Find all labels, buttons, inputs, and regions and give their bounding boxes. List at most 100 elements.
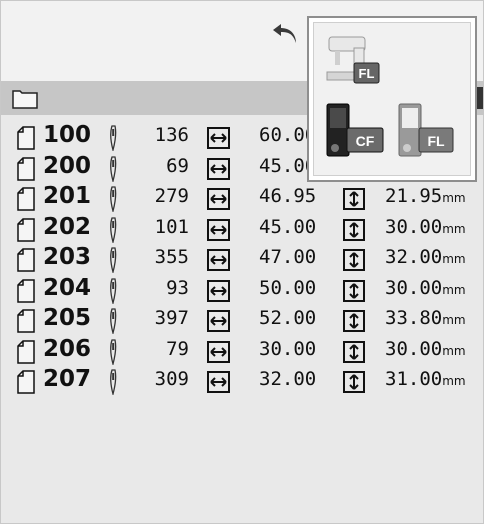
- design-number: 204: [43, 274, 92, 301]
- width-icon: [207, 218, 230, 241]
- design-number: 201: [43, 183, 92, 209]
- stitch-count: 309: [154, 368, 189, 390]
- memory-source-popup: FL CF FL: [307, 16, 477, 182]
- height-icon: [343, 310, 365, 332]
- design-height: 32.00mm: [385, 246, 466, 268]
- stitch-count: 101: [154, 215, 189, 238]
- design-row-207[interactable]: 207 309 32.00 31.00mm: [1, 366, 484, 397]
- width-icon: [207, 340, 230, 363]
- stitch-count: 355: [154, 246, 189, 268]
- design-row-205[interactable]: 205 397 52.00 33.80mm: [1, 305, 484, 336]
- design-number: 203: [43, 244, 92, 270]
- design-width: 45.00: [259, 215, 317, 238]
- stitch-count: 69: [166, 154, 189, 177]
- needle-icon: [110, 155, 117, 182]
- document-icon: [17, 339, 35, 364]
- document-icon: [17, 156, 35, 181]
- compactflash-button[interactable]: CF: [323, 102, 385, 162]
- needle-icon: [110, 186, 117, 212]
- height-icon: [343, 371, 365, 393]
- document-icon: [17, 126, 35, 150]
- height-value: 31.00: [385, 368, 443, 390]
- height-unit: mm: [442, 313, 466, 327]
- height-value: 21.95: [385, 185, 443, 207]
- needle-icon: [110, 338, 117, 365]
- document-icon: [17, 187, 35, 211]
- design-height: 33.80mm: [385, 307, 466, 329]
- height-unit: mm: [442, 221, 466, 236]
- design-width: 32.00: [259, 368, 317, 390]
- document-icon: [17, 370, 35, 394]
- flash-card-icon: FL: [398, 103, 454, 157]
- height-icon: [343, 188, 365, 210]
- height-value: 30.00: [385, 337, 443, 360]
- design-number: 100: [43, 122, 92, 148]
- design-width: 30.00: [259, 337, 317, 360]
- stitch-count: 93: [166, 276, 189, 299]
- height-unit: mm: [442, 343, 466, 358]
- needle-icon: [110, 216, 117, 243]
- machine-fl-icon: FL: [326, 36, 380, 84]
- design-height: 30.00mm: [385, 276, 466, 299]
- design-row-206[interactable]: 206 79 30.00 30.00mm: [1, 336, 484, 367]
- design-width: 46.95: [259, 185, 317, 207]
- width-icon: [207, 188, 230, 210]
- height-value: 32.00: [385, 246, 443, 268]
- design-number: 200: [43, 152, 92, 179]
- height-icon: [343, 249, 365, 271]
- flash-drive-button[interactable]: FL: [395, 102, 457, 162]
- stitch-count: 79: [166, 337, 189, 360]
- needle-icon: [110, 125, 117, 151]
- height-unit: mm: [442, 374, 466, 388]
- design-row-202[interactable]: 202 101 45.00 30.00mm: [1, 214, 484, 245]
- svg-text:FL: FL: [427, 133, 445, 149]
- embroidery-file-browser: 100 136 60.00 200 69 45.00 201 279 46.95 21.95m…: [0, 0, 484, 524]
- document-icon: [17, 217, 35, 242]
- design-row-203[interactable]: 203 355 47.00 32.00mm: [1, 244, 484, 275]
- needle-icon: [110, 277, 117, 304]
- compactflash-card-icon: CF: [326, 103, 384, 157]
- design-width: 52.00: [259, 307, 317, 329]
- width-icon: [207, 310, 230, 332]
- design-height: 31.00mm: [385, 368, 466, 390]
- width-icon: [207, 371, 230, 393]
- stitch-count: 136: [154, 124, 189, 146]
- width-icon: [207, 127, 230, 149]
- needle-icon: [110, 308, 117, 334]
- design-width: 50.00: [259, 276, 317, 299]
- design-width: 47.00: [259, 246, 317, 268]
- stitch-count: 397: [154, 307, 189, 329]
- design-height: 30.00mm: [385, 215, 466, 238]
- svg-text:FL: FL: [359, 66, 375, 81]
- folder-icon[interactable]: [12, 87, 38, 109]
- needle-icon: [110, 247, 117, 273]
- document-icon: [17, 309, 35, 333]
- needle-icon: [110, 369, 117, 395]
- design-height: 30.00mm: [385, 337, 466, 360]
- height-unit: mm: [442, 191, 466, 205]
- design-row-201[interactable]: 201 279 46.95 21.95mm: [1, 183, 484, 214]
- height-icon: [343, 340, 365, 363]
- design-number: 206: [43, 335, 92, 362]
- width-icon: [207, 249, 230, 271]
- height-value: 33.80: [385, 307, 443, 329]
- document-icon: [17, 278, 35, 303]
- design-row-204[interactable]: 204 93 50.00 30.00mm: [1, 275, 484, 306]
- design-number: 207: [43, 366, 92, 392]
- svg-text:CF: CF: [356, 133, 375, 149]
- height-value: 30.00: [385, 215, 443, 238]
- undo-icon[interactable]: [271, 21, 301, 47]
- height-unit: mm: [442, 282, 466, 297]
- height-icon: [343, 279, 365, 302]
- design-number: 202: [43, 213, 92, 240]
- machine-memory-button[interactable]: FL: [323, 30, 381, 88]
- document-icon: [17, 248, 35, 272]
- height-icon: [343, 218, 365, 241]
- design-height: 21.95mm: [385, 185, 466, 207]
- height-unit: mm: [442, 252, 466, 266]
- width-icon: [207, 157, 230, 180]
- width-icon: [207, 279, 230, 302]
- stitch-count: 279: [154, 185, 189, 207]
- height-value: 30.00: [385, 276, 443, 299]
- design-number: 205: [43, 305, 92, 331]
